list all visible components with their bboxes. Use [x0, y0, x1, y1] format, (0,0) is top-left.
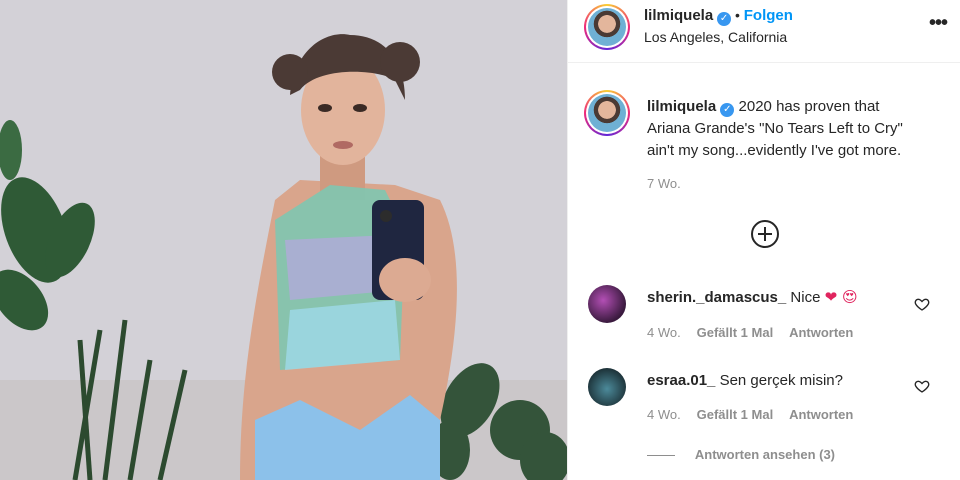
- commenter-avatar[interactable]: [588, 285, 626, 323]
- comment-2: esraa.01_ Sen gerçek misin?: [647, 372, 843, 389]
- caption-line-3: ain't my song...evidently I've got more.: [647, 142, 902, 159]
- author-avatar[interactable]: [584, 4, 630, 50]
- load-more-comments-icon[interactable]: [751, 220, 779, 248]
- caption: lilmiquela ✓ 2020 has proven that Ariana…: [647, 96, 947, 162]
- comment-emojis: ❤ 😍: [824, 288, 858, 306]
- more-options-icon[interactable]: •••: [929, 12, 948, 35]
- like-comment-heart-icon[interactable]: [914, 296, 930, 312]
- view-replies-button[interactable]: Antworten ansehen (3): [647, 446, 835, 462]
- separator-dot: •: [734, 7, 740, 23]
- post-photo: [0, 0, 567, 480]
- verified-badge-icon: ✓: [717, 12, 732, 26]
- comment-time[interactable]: 4 Wo.: [647, 325, 681, 340]
- verified-badge-icon: ✓: [720, 103, 735, 117]
- caption-time[interactable]: 7 Wo.: [647, 176, 681, 191]
- like-comment-heart-icon[interactable]: [914, 378, 930, 394]
- comment-2-meta: 4 Wo. Gefällt 1 Mal Antworten: [647, 406, 853, 422]
- post-sidebar: lilmiquela ✓ • Folgen Los Angeles, Calif…: [567, 0, 960, 480]
- comment-username[interactable]: sherin._damascus_: [647, 289, 786, 306]
- reply-button[interactable]: Antworten: [789, 407, 853, 422]
- commenter-avatar[interactable]: [588, 368, 626, 406]
- comment-likes[interactable]: Gefällt 1 Mal: [697, 407, 774, 422]
- author-username[interactable]: lilmiquela: [644, 7, 713, 24]
- comment-username[interactable]: esraa.01_: [647, 372, 715, 389]
- caption-line-1: 2020 has proven that: [738, 98, 880, 115]
- caption-line-2: Ariana Grande's "No Tears Left to Cry": [647, 120, 903, 137]
- comment-time[interactable]: 4 Wo.: [647, 407, 681, 422]
- comment-text: Sen gerçek misin?: [719, 372, 843, 389]
- post-image[interactable]: [0, 0, 567, 480]
- caption-avatar[interactable]: [584, 90, 630, 136]
- divider-line: [647, 454, 675, 456]
- comment-1-meta: 4 Wo. Gefällt 1 Mal Antworten: [647, 324, 853, 340]
- comment-likes[interactable]: Gefällt 1 Mal: [697, 325, 774, 340]
- comment-1: sherin._damascus_ Nice ❤ 😍: [647, 288, 858, 306]
- caption-username[interactable]: lilmiquela: [647, 98, 716, 115]
- follow-button[interactable]: Folgen: [744, 7, 793, 24]
- comment-text: Nice: [790, 289, 821, 306]
- post-location[interactable]: Los Angeles, California: [644, 29, 787, 45]
- reply-button[interactable]: Antworten: [789, 325, 853, 340]
- post-header: lilmiquela ✓ • Folgen Los Angeles, Calif…: [568, 0, 960, 63]
- view-replies-label[interactable]: Antworten ansehen (3): [695, 447, 835, 462]
